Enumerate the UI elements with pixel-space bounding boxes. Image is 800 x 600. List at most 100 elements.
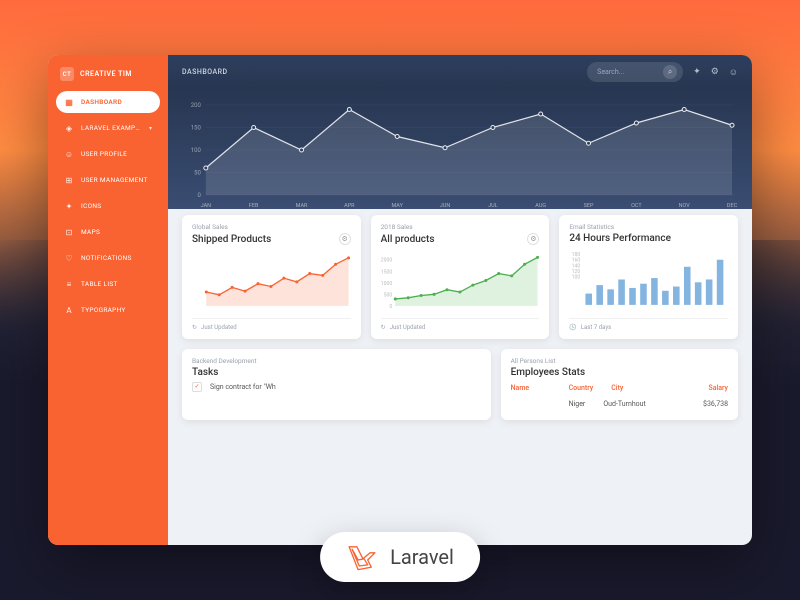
user-icon: ☺	[64, 149, 74, 159]
svg-text:JAN: JAN	[201, 203, 211, 209]
sidebar-item-maps[interactable]: ⊡ MAPS	[56, 221, 160, 243]
lower-row: Backend Development Tasks ✓ Sign contrac…	[168, 349, 752, 434]
stat-cards-row: Global Sales Shipped Products ⚙ ↻Just Up…	[168, 205, 752, 349]
card-subtitle: Email Statistics	[569, 223, 728, 231]
th-salary: Salary	[708, 384, 728, 392]
stats-icon[interactable]: ✦	[693, 67, 701, 77]
sidebar-item-typography[interactable]: A TYPOGRAPHY	[56, 299, 160, 321]
email-bar-chart: 100120140160180	[567, 250, 730, 309]
card-subtitle: 2018 Sales	[381, 223, 540, 231]
sidebar-item-user-profile[interactable]: ☺ USER PROFILE	[56, 143, 160, 165]
laravel-icon: ◈	[64, 123, 74, 133]
task-text: Sign contract for "Wh	[210, 383, 276, 391]
card-employees-stats: All Persons List Employees Stats Name Co…	[501, 349, 738, 420]
search-input[interactable]	[597, 68, 657, 76]
sidebar-item-icons[interactable]: ✦ ICONS	[56, 195, 160, 217]
card-title: All products	[381, 234, 435, 245]
hero-chart: 050100150200JANFEBMARAPRMAYJUNJULAUGSEPO…	[168, 89, 752, 209]
svg-text:1000: 1000	[380, 281, 392, 287]
svg-text:JUL: JUL	[488, 203, 498, 209]
allproducts-chart: 0500100015002000	[379, 251, 542, 310]
gear-icon[interactable]: ⚙	[339, 233, 351, 245]
svg-text:MAY: MAY	[391, 203, 403, 209]
checkbox[interactable]: ✓	[192, 382, 202, 392]
globe-icon[interactable]: ⚙	[711, 67, 719, 77]
svg-text:OCT: OCT	[631, 203, 642, 209]
laravel-icon	[346, 542, 376, 572]
search-box[interactable]: ⌕	[587, 62, 683, 82]
card-footer: Just Updated	[390, 324, 426, 331]
refresh-icon: ↻	[381, 324, 386, 331]
sidebar-item-label: TABLE LIST	[81, 280, 152, 288]
svg-text:140: 140	[572, 263, 581, 269]
svg-text:SEP: SEP	[584, 203, 594, 209]
svg-text:NOV: NOV	[679, 203, 691, 209]
topbar-actions: ✦ ⚙ ☺	[693, 67, 738, 78]
svg-text:120: 120	[572, 269, 581, 275]
main-content: DASHBOARD ⌕ ✦ ⚙ ☺ 050100150200JANFEBMARA…	[168, 55, 752, 545]
app-window: CT CREATIVE TIM ▦ DASHBOARD ◈ LARAVEL EX…	[48, 55, 752, 545]
card-shipped-products: Global Sales Shipped Products ⚙ ↻Just Up…	[182, 215, 361, 339]
th-country: Country	[569, 384, 594, 392]
bell-icon: ♡	[64, 253, 74, 263]
cell-city: Oud-Turnhout	[603, 400, 646, 408]
shipped-chart	[190, 251, 353, 310]
sidebar-item-table-list[interactable]: ≡ TABLE LIST	[56, 273, 160, 295]
card-title: Tasks	[192, 367, 218, 378]
card-all-products: 2018 Sales All products ⚙ 05001000150020…	[371, 215, 550, 339]
svg-text:1500: 1500	[380, 269, 392, 275]
svg-text:100: 100	[191, 147, 202, 154]
gear-icon[interactable]: ⚙	[527, 233, 539, 245]
sidebar-item-user-management[interactable]: ⊞ USER MANAGEMENT	[56, 169, 160, 191]
svg-text:160: 160	[572, 258, 581, 264]
user-menu-icon[interactable]: ☺	[729, 67, 738, 78]
svg-text:AUG: AUG	[535, 203, 546, 209]
svg-text:2000: 2000	[380, 258, 392, 264]
svg-text:JUN: JUN	[440, 203, 451, 209]
cell-country: Niger	[569, 400, 586, 408]
list-icon: ≡	[64, 279, 74, 289]
sidebar-item-label: USER PROFILE	[81, 150, 152, 158]
svg-text:MAR: MAR	[296, 203, 308, 209]
svg-text:FEB: FEB	[249, 203, 259, 209]
svg-text:0: 0	[198, 192, 202, 199]
th-city: City	[611, 384, 623, 392]
sidebar-item-label: LARAVEL EXAMPLES	[81, 124, 142, 132]
laravel-badge: Laravel	[320, 532, 480, 582]
sidebar-item-laravel-examples[interactable]: ◈ LARAVEL EXAMPLES ▾	[56, 117, 160, 139]
svg-text:DEC: DEC	[727, 203, 738, 209]
sidebar-item-label: ICONS	[81, 202, 152, 210]
chevron-down-icon: ▾	[149, 125, 152, 132]
th-name: Name	[511, 384, 551, 392]
cell-salary: $36,738	[703, 400, 728, 408]
card-subtitle: Backend Development	[192, 357, 481, 365]
sidebar-item-label: DASHBOARD	[81, 98, 152, 106]
topbar: DASHBOARD ⌕ ✦ ⚙ ☺	[168, 55, 752, 89]
table-row: Niger Oud-Turnhout $36,738	[511, 396, 728, 412]
badge-text: Laravel	[390, 545, 454, 569]
svg-text:150: 150	[191, 124, 202, 131]
card-footer: Just Updated	[201, 324, 237, 331]
svg-text:200: 200	[191, 102, 202, 109]
sidebar-item-dashboard[interactable]: ▦ DASHBOARD	[56, 91, 160, 113]
card-footer: Last 7 days	[581, 324, 611, 331]
task-row: ✓ Sign contract for "Wh	[192, 378, 481, 396]
typography-icon: A	[64, 305, 74, 315]
svg-text:0: 0	[389, 304, 392, 310]
hero-line-chart: 050100150200JANFEBMARAPRMAYJUNJULAUGSEPO…	[182, 97, 738, 209]
search-icon[interactable]: ⌕	[663, 65, 677, 79]
brand-name: CREATIVE TIM	[80, 70, 132, 78]
map-icon: ⊡	[64, 227, 74, 237]
card-24h-performance: Email Statistics 24 Hours Performance 10…	[559, 215, 738, 339]
card-title: Employees Stats	[511, 367, 586, 378]
brand: CT CREATIVE TIM	[48, 67, 168, 91]
users-icon: ⊞	[64, 175, 74, 185]
sidebar-nav: ▦ DASHBOARD ◈ LARAVEL EXAMPLES ▾ ☺ USER …	[48, 91, 168, 325]
refresh-icon: ↻	[192, 324, 197, 331]
sidebar-item-notifications[interactable]: ♡ NOTIFICATIONS	[56, 247, 160, 269]
sidebar-item-label: NOTIFICATIONS	[81, 254, 152, 262]
table-header: Name Country City Salary	[511, 378, 728, 396]
sidebar: CT CREATIVE TIM ▦ DASHBOARD ◈ LARAVEL EX…	[48, 55, 168, 545]
page-title: DASHBOARD	[182, 68, 577, 76]
svg-text:APR: APR	[344, 203, 355, 209]
